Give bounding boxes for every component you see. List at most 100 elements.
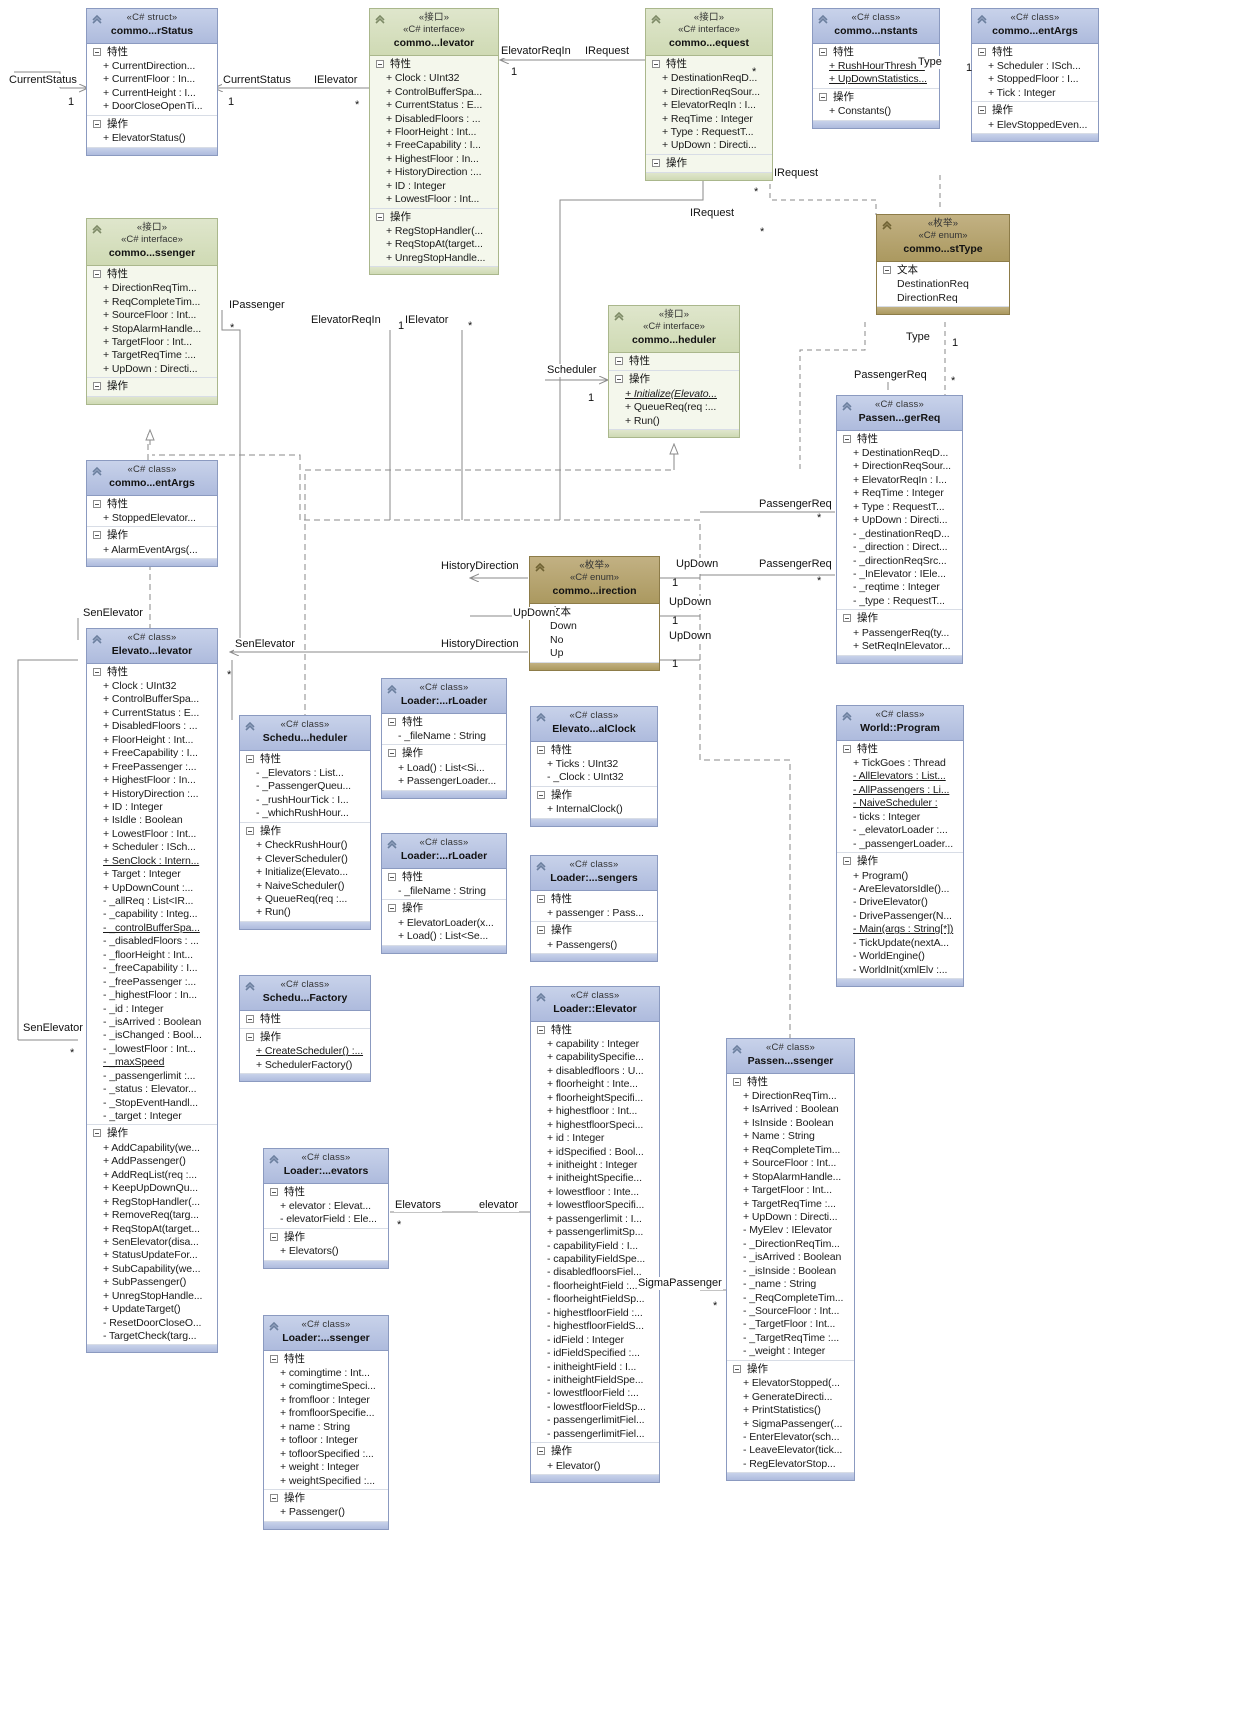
collapse-box-icon[interactable]: [388, 904, 396, 913]
class-box-irequest[interactable]: «接口» «C# interface» commo...equest 特性 + …: [645, 8, 773, 182]
class-box-ischeduler[interactable]: «接口» «C# interface» commo...heduler 特性 操…: [608, 305, 740, 438]
collapse-box-icon[interactable]: [246, 826, 254, 835]
section-label[interactable]: 操作: [609, 372, 739, 387]
section-label[interactable]: 操作: [87, 117, 217, 132]
section-label[interactable]: 操作: [87, 379, 217, 394]
collapse-box-icon[interactable]: [652, 158, 660, 167]
collapse-box-icon[interactable]: [537, 790, 545, 799]
collapse-box-icon[interactable]: [843, 614, 851, 623]
section-label[interactable]: 特性: [531, 743, 657, 758]
collapse-chevron-icon[interactable]: [841, 710, 853, 722]
collapse-chevron-icon[interactable]: [976, 13, 988, 25]
section-label[interactable]: 特性: [87, 497, 217, 512]
collapse-box-icon[interactable]: [733, 1077, 741, 1086]
section-label[interactable]: 操作: [382, 901, 506, 916]
collapse-box-icon[interactable]: [819, 92, 827, 101]
collapse-chevron-icon[interactable]: [244, 980, 256, 992]
collapse-box-icon[interactable]: [93, 1129, 101, 1138]
collapse-box-icon[interactable]: [978, 106, 986, 115]
collapse-chevron-icon[interactable]: [535, 860, 547, 872]
class-box-scheduler[interactable]: «C# class» Schedu...heduler 特性 - _Elevat…: [239, 715, 371, 930]
section-label[interactable]: 特性: [531, 892, 657, 907]
collapse-box-icon[interactable]: [246, 754, 254, 763]
collapse-chevron-icon[interactable]: [535, 991, 547, 1003]
section-label[interactable]: 操作: [837, 611, 962, 626]
collapse-box-icon[interactable]: [93, 47, 101, 56]
collapse-box-icon[interactable]: [819, 47, 827, 56]
collapse-box-icon[interactable]: [537, 745, 545, 754]
collapse-box-icon[interactable]: [376, 59, 384, 68]
collapse-box-icon[interactable]: [843, 857, 851, 866]
section-label[interactable]: 文本: [877, 263, 1009, 278]
section-label[interactable]: 特性: [837, 742, 963, 757]
section-label[interactable]: 特性: [264, 1352, 388, 1367]
collapse-chevron-icon[interactable]: [91, 465, 103, 477]
class-box-elevator[interactable]: «C# class» Elevato...levator 特性 + Clock …: [86, 628, 218, 1354]
section-label[interactable]: 操作: [370, 210, 498, 225]
section-label[interactable]: 特性: [382, 870, 506, 885]
section-label[interactable]: 操作: [531, 923, 657, 938]
section-label[interactable]: 特性: [531, 1023, 659, 1038]
collapse-chevron-icon[interactable]: [386, 683, 398, 695]
collapse-box-icon[interactable]: [388, 749, 396, 758]
class-box-elevstoppedeventargs[interactable]: «C# class» commo...entArgs 特性 + Schedule…: [971, 8, 1099, 143]
collapse-chevron-icon[interactable]: [91, 13, 103, 25]
collapse-box-icon[interactable]: [270, 1354, 278, 1363]
collapse-chevron-icon[interactable]: [91, 633, 103, 645]
collapse-box-icon[interactable]: [93, 119, 101, 128]
section-label[interactable]: 操作: [87, 528, 217, 543]
section-label[interactable]: 特性: [87, 665, 217, 680]
collapse-box-icon[interactable]: [537, 1447, 545, 1456]
section-label[interactable]: 操作: [727, 1362, 854, 1377]
collapse-box-icon[interactable]: [615, 356, 623, 365]
collapse-box-icon[interactable]: [93, 499, 101, 508]
class-box-schedulerfactory[interactable]: «C# class» Schedu...Factory 特性 操作 + Crea…: [239, 975, 371, 1083]
section-label[interactable]: 操作: [837, 854, 963, 869]
collapse-chevron-icon[interactable]: [91, 223, 103, 235]
section-label[interactable]: 操作: [972, 103, 1098, 118]
class-box-passengerreq[interactable]: «C# class» Passen...gerReq 特性 + Destinat…: [836, 395, 963, 664]
collapse-box-icon[interactable]: [733, 1364, 741, 1373]
class-box-internalclock[interactable]: «C# class» Elevato...alClock 特性 + Ticks …: [530, 706, 658, 827]
class-box-loaderpassengers[interactable]: «C# class» Loader:...sengers 特性 + passen…: [530, 855, 658, 963]
collapse-box-icon[interactable]: [652, 59, 660, 68]
collapse-box-icon[interactable]: [376, 212, 384, 221]
collapse-box-icon[interactable]: [246, 1014, 254, 1023]
section-label[interactable]: 特性: [87, 267, 217, 282]
collapse-chevron-icon[interactable]: [268, 1320, 280, 1332]
section-label[interactable]: 操作: [264, 1491, 388, 1506]
collapse-box-icon[interactable]: [93, 667, 101, 676]
collapse-chevron-icon[interactable]: [881, 219, 893, 231]
collapse-chevron-icon[interactable]: [841, 400, 853, 412]
class-box-requesttype[interactable]: «枚举» «C# enum» commo...stType 文本 Destina…: [876, 214, 1010, 316]
collapse-box-icon[interactable]: [270, 1187, 278, 1196]
class-box-passengerloader[interactable]: «C# class» Loader:...rLoader 特性 - _fileN…: [381, 678, 507, 799]
section-label[interactable]: 特性: [727, 1075, 854, 1090]
section-label[interactable]: 操作: [382, 746, 506, 761]
collapse-box-icon[interactable]: [843, 744, 851, 753]
section-label[interactable]: 操作: [264, 1230, 388, 1245]
section-label[interactable]: 特性: [837, 432, 962, 447]
collapse-box-icon[interactable]: [883, 265, 891, 274]
class-box-loaderpassenger[interactable]: «C# class» Loader:...ssenger 特性 + coming…: [263, 1315, 389, 1530]
section-label[interactable]: 操作: [531, 1444, 659, 1459]
collapse-chevron-icon[interactable]: [374, 13, 386, 25]
class-box-loaderelevator[interactable]: «C# class» Loader::Elevator 特性 + capabil…: [530, 986, 660, 1484]
class-box-ipassenger[interactable]: «接口» «C# interface» commo...ssenger 特性 +…: [86, 218, 218, 405]
collapse-box-icon[interactable]: [537, 1025, 545, 1034]
class-box-ielevator[interactable]: «接口» «C# interface» commo...levator 特性 +…: [369, 8, 499, 276]
collapse-box-icon[interactable]: [93, 382, 101, 391]
collapse-chevron-icon[interactable]: [268, 1153, 280, 1165]
collapse-box-icon[interactable]: [270, 1232, 278, 1241]
class-box-loaderelevators[interactable]: «C# class» Loader:...evators 特性 + elevat…: [263, 1148, 389, 1269]
class-box-elevatorstatus[interactable]: «C# struct» commo...rStatus 特性 + Current…: [86, 8, 218, 156]
class-box-worldprogram[interactable]: «C# class» World::Program 特性 + TickGoes …: [836, 705, 964, 988]
collapse-box-icon[interactable]: [246, 1033, 254, 1042]
section-label[interactable]: 特性: [240, 752, 370, 767]
collapse-box-icon[interactable]: [270, 1493, 278, 1502]
collapse-chevron-icon[interactable]: [535, 711, 547, 723]
collapse-chevron-icon[interactable]: [244, 720, 256, 732]
collapse-box-icon[interactable]: [615, 375, 623, 384]
collapse-box-icon[interactable]: [843, 434, 851, 443]
collapse-box-icon[interactable]: [388, 872, 396, 881]
